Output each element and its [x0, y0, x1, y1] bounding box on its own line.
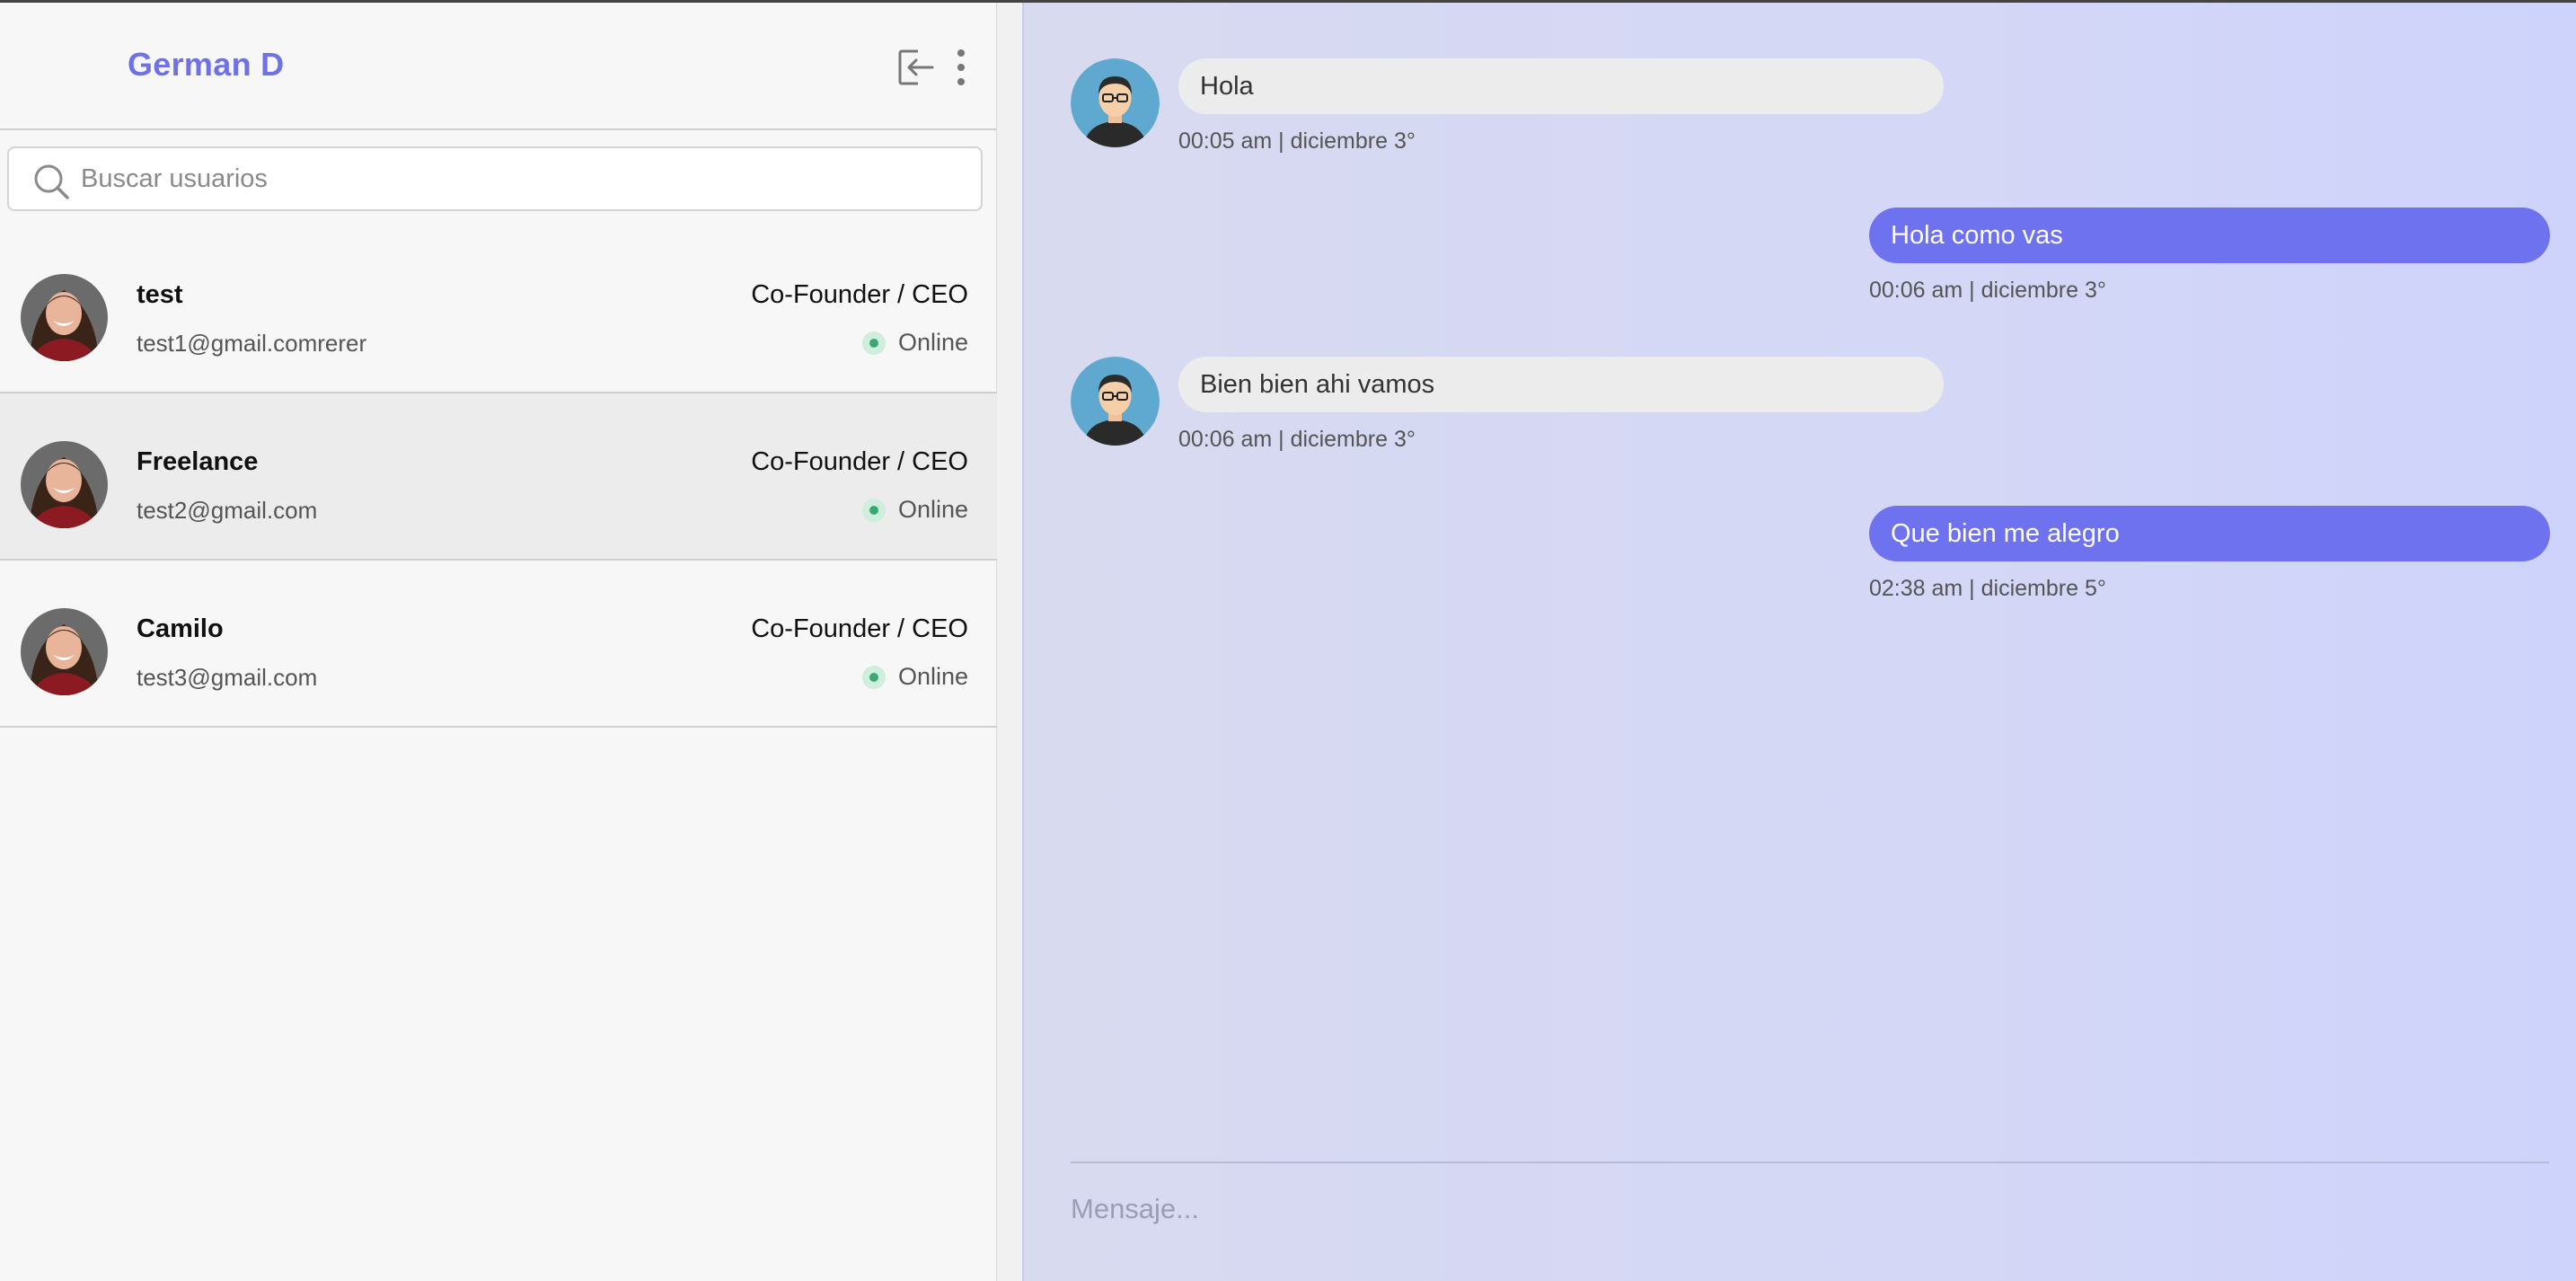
user-list: test test1@gmail.comrerer Co-Founder / C…	[0, 226, 997, 728]
status-badge: Online	[861, 329, 968, 357]
search-input[interactable]	[81, 157, 961, 200]
composer-divider	[1071, 1162, 2549, 1163]
message-incoming: Hola 00:05 am | diciembre 3°	[1071, 58, 1944, 155]
avatar	[21, 441, 108, 528]
message-bubble: Hola como vas	[1869, 208, 2550, 263]
user-list-item[interactable]: Camilo test3@gmail.com Co-Founder / CEO …	[0, 561, 997, 728]
message-timestamp: 00:06 am | diciembre 3°	[1178, 427, 1416, 452]
message-incoming: Bien bien ahi vamos 00:06 am | diciembre…	[1071, 357, 1944, 453]
status-badge: Online	[861, 496, 968, 524]
message-outgoing: Hola como vas 00:06 am | diciembre 3°	[1869, 208, 2550, 304]
user-role: Co-Founder / CEO	[751, 614, 968, 643]
search-box	[7, 146, 983, 211]
message-bubble: Que bien me alegro	[1869, 506, 2550, 561]
online-status-icon	[861, 498, 886, 522]
chat-panel: Hola 00:05 am | diciembre 3° Hola como v…	[1024, 3, 2576, 1281]
message-timestamp: 02:38 am | diciembre 5°	[1869, 576, 2106, 601]
message-bubble: Hola	[1178, 58, 1944, 114]
message-timestamp: 00:06 am | diciembre 3°	[1869, 278, 2106, 303]
logout-icon[interactable]	[896, 48, 934, 92]
sidebar: German D Buscar usuarios test test1@gmai…	[0, 3, 997, 1281]
online-status-icon	[861, 331, 886, 355]
panel-divider	[997, 3, 1024, 1281]
user-role: Co-Founder / CEO	[751, 280, 968, 309]
status-text: Online	[897, 663, 968, 690]
user-role: Co-Founder / CEO	[751, 447, 968, 476]
avatar	[21, 608, 108, 695]
current-user-name: German D	[128, 46, 285, 83]
chat-app: German D Buscar usuarios test test1@gmai…	[0, 0, 2576, 1281]
message-timestamp: 00:05 am | diciembre 3°	[1178, 128, 1416, 154]
online-status-icon	[861, 665, 886, 689]
avatar	[21, 274, 108, 361]
user-list-item[interactable]: test test1@gmail.comrerer Co-Founder / C…	[0, 226, 997, 393]
search-icon	[32, 163, 70, 205]
status-badge: Online	[861, 663, 968, 691]
user-name: Camilo	[137, 614, 224, 643]
user-email: test3@gmail.com	[137, 664, 318, 691]
message-outgoing: Que bien me alegro 02:38 am | diciembre …	[1869, 506, 2550, 602]
status-text: Online	[897, 329, 968, 356]
sidebar-header: German D	[0, 3, 996, 130]
avatar	[1071, 58, 1160, 147]
user-list-item[interactable]: Freelance test2@gmail.com Co-Founder / C…	[0, 393, 997, 561]
user-name: Freelance	[137, 447, 259, 476]
message-input[interactable]	[1071, 1187, 2508, 1232]
status-text: Online	[897, 496, 968, 523]
user-name: test	[137, 280, 183, 309]
message-bubble: Bien bien ahi vamos	[1178, 357, 1944, 412]
more-vertical-icon[interactable]	[950, 48, 972, 92]
user-email: test1@gmail.comrerer	[137, 330, 367, 357]
avatar	[1071, 357, 1160, 446]
user-email: test2@gmail.com	[137, 497, 318, 524]
